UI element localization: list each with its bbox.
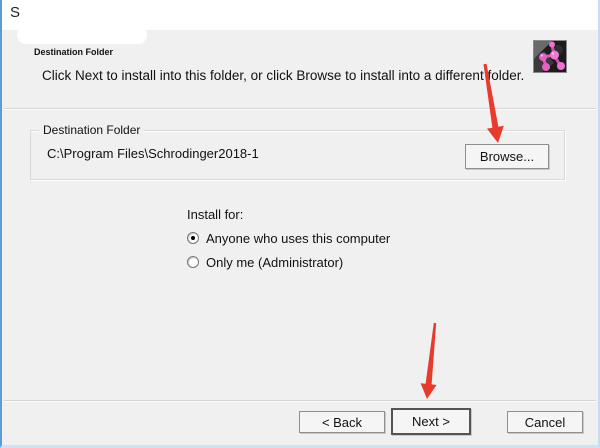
radio-option-label: Only me (Administrator) xyxy=(206,255,343,270)
installer-window: S Destination Folder Click Next to insta… xyxy=(0,0,600,448)
destination-path-text: C:\Program Files\Schrodinger2018-1 xyxy=(47,146,259,161)
molecule-icon xyxy=(534,41,566,72)
browse-button[interactable]: Browse... xyxy=(465,144,549,169)
destination-folder-groupbox: Destination Folder C:\Program Files\Schr… xyxy=(30,130,565,180)
red-arrow-next-icon xyxy=(421,323,437,399)
instruction-text: Click Next to install into this folder, … xyxy=(42,68,524,83)
window-title: S xyxy=(10,4,20,21)
redaction-blob xyxy=(17,26,147,44)
radio-option-label: Anyone who uses this computer xyxy=(206,231,390,246)
groupbox-legend: Destination Folder xyxy=(39,123,144,137)
footer-separator xyxy=(4,400,596,402)
molecule-thumbnail-image xyxy=(533,40,567,73)
install-for-label: Install for: xyxy=(187,207,243,222)
radio-option-anyone[interactable]: Anyone who uses this computer xyxy=(187,230,390,246)
radio-icon[interactable] xyxy=(187,232,199,244)
radio-option-only-me[interactable]: Only me (Administrator) xyxy=(187,254,343,270)
page-section-title: Destination Folder xyxy=(34,47,113,57)
next-button[interactable]: Next > xyxy=(391,408,471,435)
back-button[interactable]: < Back xyxy=(299,411,385,433)
radio-icon[interactable] xyxy=(187,256,199,268)
cancel-button[interactable]: Cancel xyxy=(507,411,583,433)
header-separator xyxy=(4,108,596,110)
